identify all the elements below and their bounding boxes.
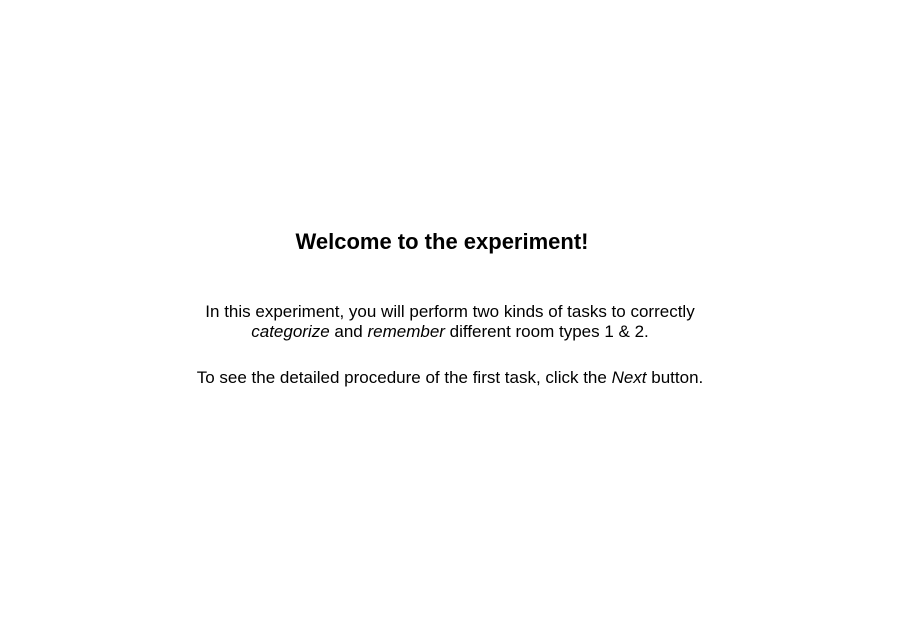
- procedure-before: To see the detailed procedure of the fir…: [196, 368, 612, 387]
- procedure-after: button.: [646, 368, 704, 387]
- intro-text: In this experiment, you will perform two…: [0, 302, 900, 342]
- intro-line-1: In this experiment, you will perform two…: [205, 302, 695, 321]
- procedure-text: To see the detailed procedure of the fir…: [0, 368, 900, 388]
- page-title: Welcome to the experiment!: [295, 229, 589, 254]
- and-text: and: [329, 322, 368, 341]
- instructions-page: Welcome to the experiment! In this exper…: [0, 0, 900, 633]
- next-emphasis: Next: [611, 368, 647, 387]
- intro-line-2-rest: different room types 1 & 2.: [444, 322, 649, 341]
- remember-emphasis: remember: [367, 322, 445, 341]
- categorize-emphasis: categorize: [251, 322, 330, 341]
